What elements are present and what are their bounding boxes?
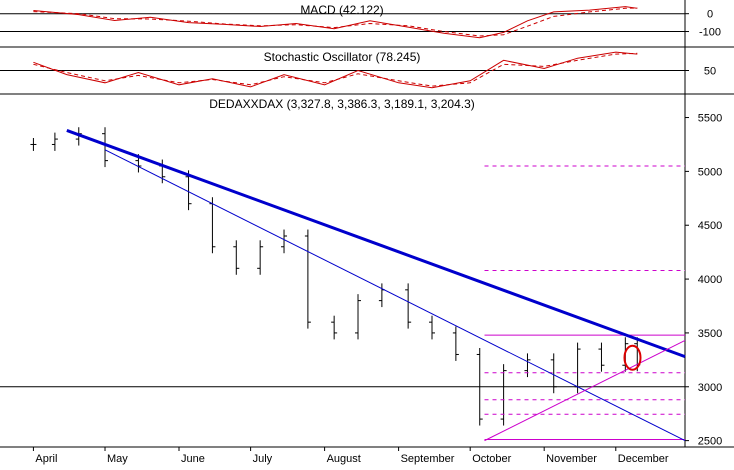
stochastic-title: Stochastic Oscillator (78.245) bbox=[264, 50, 421, 64]
x-tick-label: August bbox=[327, 453, 361, 465]
price-y-tick-label: 3500 bbox=[698, 328, 722, 340]
price-y-tick-label: 4000 bbox=[698, 274, 722, 286]
price-y-tick-label: 3000 bbox=[698, 382, 722, 394]
price-y-tick-label: 5000 bbox=[698, 166, 722, 178]
price-y-tick-label: 5500 bbox=[698, 113, 722, 125]
macd-tick-label: 0 bbox=[707, 9, 713, 21]
x-tick-label: May bbox=[107, 453, 128, 465]
chart-background bbox=[0, 0, 734, 465]
x-tick-label: November bbox=[546, 453, 597, 465]
price-y-tick-label: 2500 bbox=[698, 436, 722, 448]
x-tick-label: April bbox=[35, 453, 57, 465]
x-tick-label: October bbox=[472, 453, 511, 465]
stochastic-tick-label: 50 bbox=[704, 66, 716, 78]
x-tick-label: July bbox=[253, 453, 273, 465]
chart-svg: MACD (42.122) Stochastic Oscillator (78.… bbox=[0, 0, 734, 465]
price-title: DEDAXXDAX (3,327.8, 3,386.3, 3,189.1, 3,… bbox=[209, 97, 475, 111]
x-tick-label: December bbox=[618, 453, 669, 465]
x-tick-label: September bbox=[401, 453, 455, 465]
macd-title: MACD (42.122) bbox=[300, 3, 383, 17]
x-tick-label: June bbox=[181, 453, 205, 465]
stock-chart: MACD (42.122) Stochastic Oscillator (78.… bbox=[0, 0, 734, 465]
price-y-tick-label: 4500 bbox=[698, 220, 722, 232]
macd-tick-label: -100 bbox=[699, 27, 721, 39]
